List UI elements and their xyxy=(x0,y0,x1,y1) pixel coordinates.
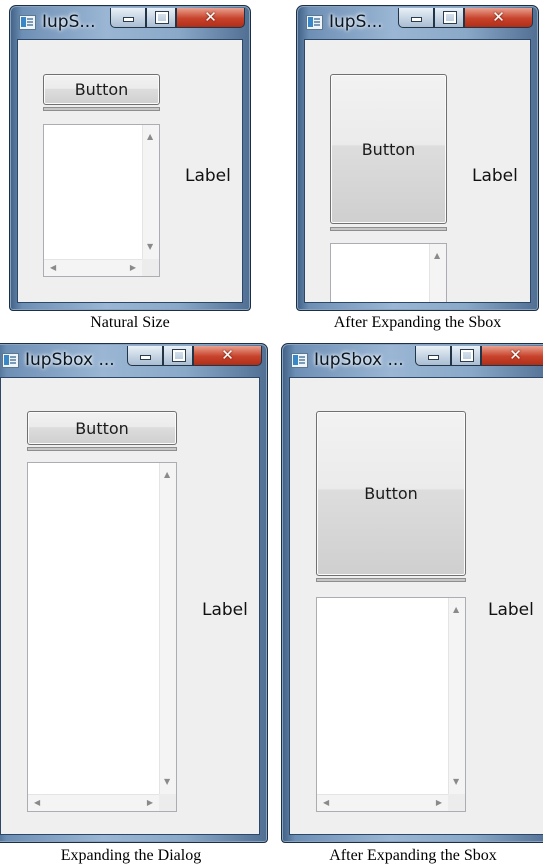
button-label: Button xyxy=(75,418,129,438)
vertical-scrollbar[interactable]: ▲ ▼ xyxy=(159,463,176,794)
close-icon: ✕ xyxy=(204,8,217,26)
dialog-client-area: Button ▲ ▼ ◀ ▶ Label xyxy=(289,377,543,835)
minimize-icon xyxy=(140,355,151,360)
caption: After Expanding the Sbox xyxy=(333,314,502,331)
window-expanding-the-dialog: IupSbox ... ✕ Button ▲ ▼ ◀ ▶ Label xyxy=(0,343,268,843)
label: Label xyxy=(472,166,518,186)
scroll-right-arrow-icon[interactable]: ▶ xyxy=(130,264,136,272)
button[interactable]: Button xyxy=(27,411,177,445)
app-icon[interactable] xyxy=(19,15,36,30)
scroll-down-arrow-icon[interactable]: ▼ xyxy=(164,778,170,786)
maximize-icon xyxy=(172,349,186,362)
dialog-client-area: Button ▲ Label xyxy=(304,39,531,303)
maximize-icon xyxy=(155,11,169,24)
minimize-icon xyxy=(411,17,422,22)
scroll-left-arrow-icon[interactable]: ◀ xyxy=(34,799,40,807)
scroll-down-arrow-icon[interactable]: ▼ xyxy=(453,778,459,786)
app-icon[interactable] xyxy=(291,353,308,368)
vertical-scrollbar[interactable]: ▲ ▼ xyxy=(142,125,159,259)
maximize-button[interactable] xyxy=(163,346,193,366)
close-icon: ✕ xyxy=(509,346,522,364)
window-title: IupS... xyxy=(42,12,96,32)
scrollbar-corner xyxy=(159,794,176,811)
scrollbar-corner xyxy=(142,259,159,276)
close-button[interactable]: ✕ xyxy=(481,346,543,366)
scroll-up-arrow-icon[interactable]: ▲ xyxy=(453,606,459,614)
minimize-button[interactable] xyxy=(398,8,434,28)
sbox-sash-handle[interactable] xyxy=(43,107,160,111)
button-label: Button xyxy=(361,139,416,159)
caption: Natural Size xyxy=(90,314,170,331)
maximize-button[interactable] xyxy=(146,8,176,28)
caption: Expanding the Dialog xyxy=(60,847,202,864)
maximize-icon xyxy=(443,11,457,24)
maximize-icon xyxy=(460,349,474,362)
minimize-icon xyxy=(123,17,134,22)
close-button[interactable]: ✕ xyxy=(193,346,262,366)
label: Label xyxy=(488,600,534,620)
sbox-sash-handle[interactable] xyxy=(316,578,466,582)
close-icon: ✕ xyxy=(221,346,234,364)
list-box[interactable]: ▲ ▼ ◀ ▶ xyxy=(43,124,160,277)
sbox-sash-handle[interactable] xyxy=(27,447,177,451)
minimize-button[interactable] xyxy=(110,8,146,28)
scroll-up-arrow-icon[interactable]: ▲ xyxy=(434,252,440,260)
scrollbar-corner xyxy=(448,794,465,811)
dialog-client-area: Button ▲ ▼ ◀ ▶ Label xyxy=(17,39,243,303)
maximize-button[interactable] xyxy=(451,346,481,366)
scroll-up-arrow-icon[interactable]: ▲ xyxy=(164,471,170,479)
vertical-scrollbar[interactable]: ▲ xyxy=(429,244,446,302)
label: Label xyxy=(185,166,231,186)
vertical-scrollbar[interactable]: ▲ ▼ xyxy=(448,598,465,794)
title-bar[interactable]: IupS... ✕ xyxy=(302,8,533,38)
button-label: Button xyxy=(74,80,129,99)
scroll-left-arrow-icon[interactable]: ◀ xyxy=(50,264,56,272)
window-after-expanding-sbox-large: IupSbox ... ✕ Button ▲ ▼ ◀ ▶ Label xyxy=(281,343,543,843)
scroll-down-arrow-icon[interactable]: ▼ xyxy=(147,243,153,251)
title-bar[interactable]: IupSbox ... ✕ xyxy=(287,346,543,376)
horizontal-scrollbar[interactable]: ◀ ▶ xyxy=(28,794,159,811)
label: Label xyxy=(202,600,248,620)
horizontal-scrollbar[interactable]: ◀ ▶ xyxy=(44,259,142,276)
button[interactable]: Button xyxy=(330,74,447,224)
scroll-right-arrow-icon[interactable]: ▶ xyxy=(147,799,153,807)
scroll-up-arrow-icon[interactable]: ▲ xyxy=(147,133,153,141)
close-icon: ✕ xyxy=(492,8,505,26)
window-title: IupS... xyxy=(329,12,383,32)
window-natural-size: IupS... ✕ Button ▲ ▼ ◀ ▶ Label xyxy=(9,5,251,311)
button-label: Button xyxy=(364,484,418,503)
minimize-icon xyxy=(428,355,439,360)
sbox-sash-handle[interactable] xyxy=(330,227,447,231)
maximize-button[interactable] xyxy=(434,8,464,28)
list-box[interactable]: ▲ ▼ ◀ ▶ xyxy=(316,597,466,812)
window-title: IupSbox ... xyxy=(25,350,115,370)
dialog-client-area: Button ▲ ▼ ◀ ▶ Label xyxy=(0,377,260,835)
scroll-left-arrow-icon[interactable]: ◀ xyxy=(323,799,329,807)
button[interactable]: Button xyxy=(43,74,160,105)
app-icon[interactable] xyxy=(306,15,323,30)
close-button[interactable]: ✕ xyxy=(176,8,245,28)
caption: After Expanding the Sbox xyxy=(329,847,497,864)
title-bar[interactable]: IupS... ✕ xyxy=(15,8,245,38)
button[interactable]: Button xyxy=(316,411,466,576)
minimize-button[interactable] xyxy=(415,346,451,366)
list-box[interactable]: ▲ xyxy=(330,243,447,302)
window-after-expanding-sbox: IupS... ✕ Button ▲ Label xyxy=(296,5,539,311)
minimize-button[interactable] xyxy=(127,346,163,366)
list-box[interactable]: ▲ ▼ ◀ ▶ xyxy=(27,462,177,812)
app-icon[interactable] xyxy=(2,353,19,368)
horizontal-scrollbar[interactable]: ◀ ▶ xyxy=(317,794,448,811)
close-button[interactable]: ✕ xyxy=(464,8,533,28)
title-bar[interactable]: IupSbox ... ✕ xyxy=(0,346,262,376)
scroll-right-arrow-icon[interactable]: ▶ xyxy=(436,799,442,807)
window-title: IupSbox ... xyxy=(314,350,404,370)
